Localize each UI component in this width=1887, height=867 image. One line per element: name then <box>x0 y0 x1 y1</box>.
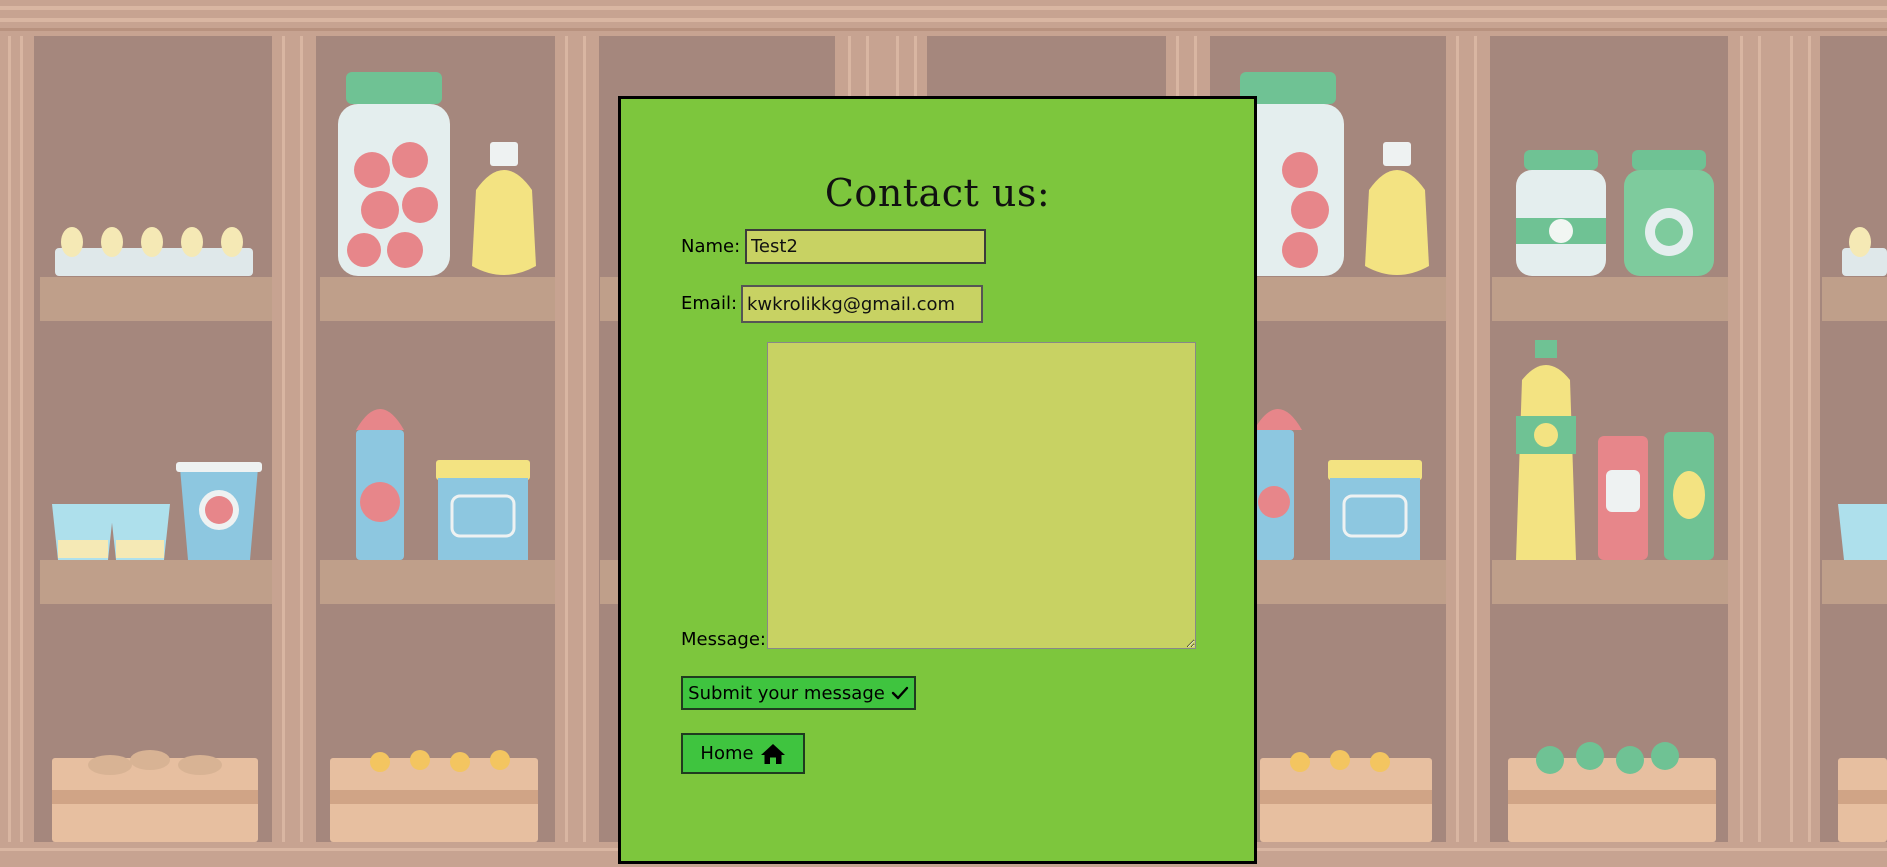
message-textarea[interactable] <box>767 342 1196 649</box>
submit-message-button[interactable]: Submit your message <box>681 676 916 710</box>
home-icon <box>760 743 785 764</box>
home-button[interactable]: Home <box>681 733 805 774</box>
submit-button-label: Submit your message <box>688 682 885 704</box>
email-label: Email: <box>681 293 738 314</box>
checkmark-icon <box>891 686 909 700</box>
contact-form-panel: Contact us: Name: Email: Message: Submit… <box>618 96 1257 864</box>
name-label: Name: <box>681 236 741 257</box>
home-button-label: Home <box>700 743 754 764</box>
email-input[interactable] <box>741 285 983 323</box>
page-title: Contact us: <box>824 171 1051 215</box>
name-input[interactable] <box>745 229 986 264</box>
message-label: Message: <box>681 629 766 650</box>
